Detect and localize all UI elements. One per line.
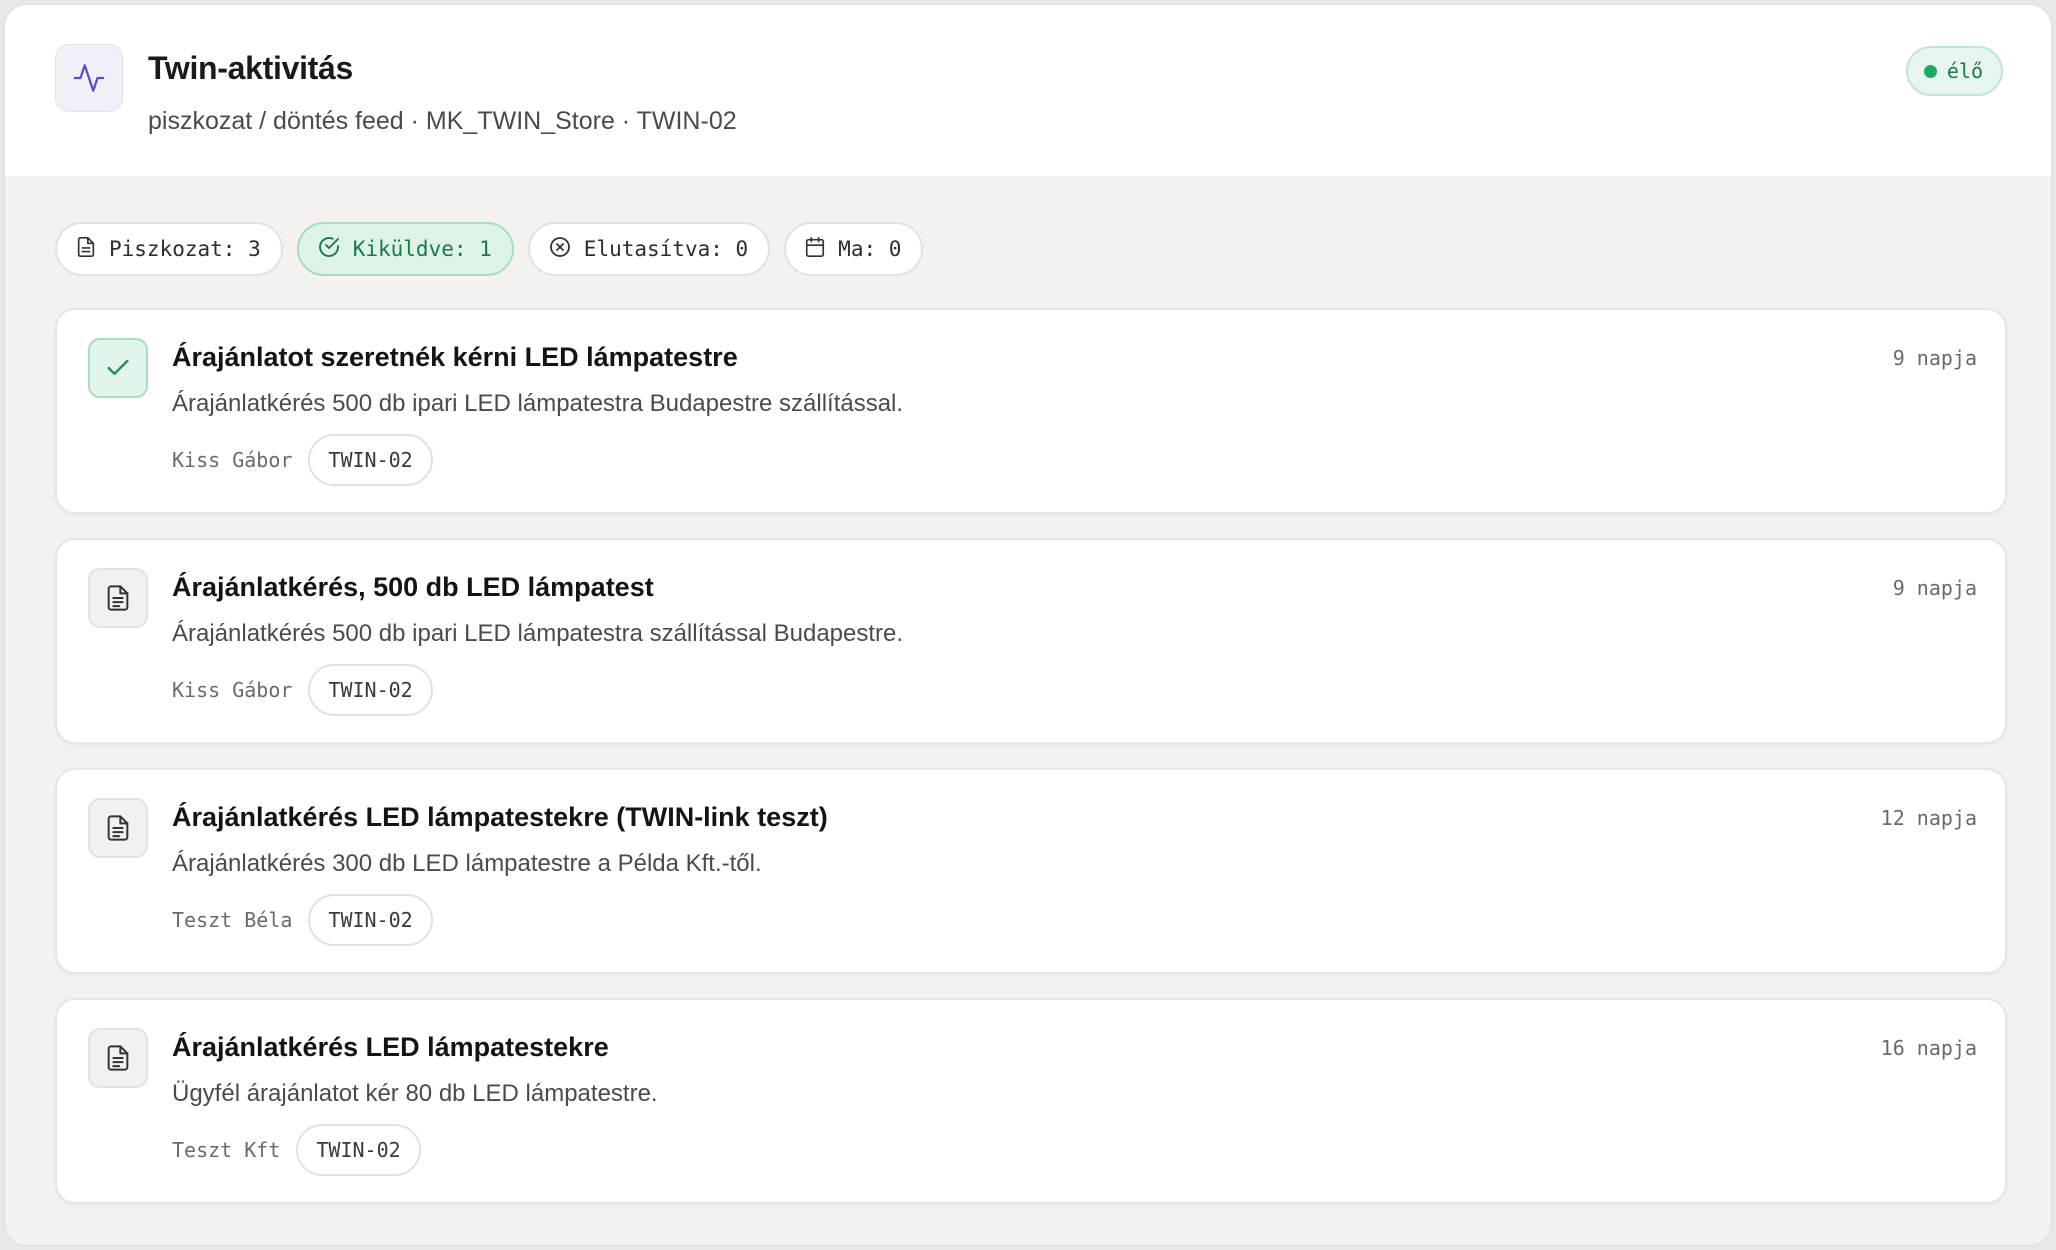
- card-description: Ügyfél árajánlatot kér 80 db LED lámpate…: [172, 1080, 658, 1107]
- filter-chip-rejected[interactable]: Elutasítva: 0: [527, 222, 771, 276]
- twin-tag[interactable]: TWIN-02: [308, 664, 433, 716]
- card-title: Árajánlatkérés, 500 db LED lámpatest: [172, 572, 654, 602]
- card-description: Árajánlatkérés 300 db LED lámpatestre a …: [172, 850, 762, 877]
- live-dot-icon: [1923, 64, 1937, 78]
- check-icon: [88, 338, 148, 398]
- page-subtitle: piszkozat / döntés feed · MK_TWIN_Store …: [148, 107, 737, 135]
- filter-chip-drafts[interactable]: Piszkozat: 3: [55, 222, 283, 276]
- card-meta: Teszt Kft TWIN-02: [172, 1124, 421, 1176]
- document-icon: [88, 1028, 148, 1088]
- activity-card[interactable]: Árajánlatkérés LED lámpatestekre Ügyfél …: [55, 998, 2007, 1204]
- activity-card[interactable]: Árajánlatot szeretnék kérni LED lámpates…: [55, 308, 2007, 514]
- activity-card[interactable]: Árajánlatkérés, 500 db LED lámpatest Ára…: [55, 538, 2007, 744]
- filter-chip-label: Ma: 0: [838, 237, 902, 261]
- filter-bar: Piszkozat: 3 Kiküldve: 1 Elutasítva: 0 M…: [55, 222, 924, 276]
- twin-activity-panel: Twin-aktivitás piszkozat / döntés feed ·…: [3, 3, 2053, 1247]
- card-meta: Kiss Gábor TWIN-02: [172, 434, 433, 486]
- card-author: Kiss Gábor: [172, 448, 293, 472]
- calendar-icon: [804, 236, 826, 263]
- activity-feed: Árajánlatot szeretnék kérni LED lámpates…: [55, 308, 2007, 1228]
- card-timestamp: 16 napja: [1880, 1036, 1977, 1060]
- live-status-label: élő: [1946, 59, 1983, 83]
- card-author: Teszt Kft: [172, 1138, 281, 1162]
- card-author: Teszt Béla: [172, 908, 293, 932]
- live-status-badge: élő: [1905, 46, 2003, 96]
- card-description: Árajánlatkérés 500 db ipari LED lámpates…: [172, 390, 904, 417]
- card-meta: Kiss Gábor TWIN-02: [172, 664, 433, 716]
- card-timestamp: 12 napja: [1880, 806, 1977, 830]
- document-icon: [75, 236, 97, 263]
- card-title: Árajánlatkérés LED lámpatestekre (TWIN-l…: [172, 802, 828, 832]
- x-circle-icon: [548, 235, 572, 264]
- document-icon: [88, 568, 148, 628]
- document-icon: [88, 798, 148, 858]
- filter-chip-label: Elutasítva: 0: [583, 237, 749, 261]
- card-meta: Teszt Béla TWIN-02: [172, 894, 433, 946]
- card-title: Árajánlatkérés LED lámpatestekre: [172, 1032, 609, 1062]
- twin-tag[interactable]: TWIN-02: [308, 434, 433, 486]
- card-title: Árajánlatot szeretnék kérni LED lámpates…: [172, 342, 738, 372]
- twin-tag[interactable]: TWIN-02: [308, 894, 433, 946]
- filter-chip-label: Piszkozat: 3: [109, 237, 261, 261]
- filter-chip-label: Kiküldve: 1: [352, 237, 492, 261]
- page-title: Twin-aktivitás: [148, 50, 354, 86]
- activity-icon: [55, 44, 123, 112]
- check-circle-icon: [317, 235, 341, 264]
- card-timestamp: 9 napja: [1892, 346, 1977, 370]
- card-description: Árajánlatkérés 500 db ipari LED lámpates…: [172, 620, 904, 647]
- filter-chip-today[interactable]: Ma: 0: [784, 222, 924, 276]
- activity-card[interactable]: Árajánlatkérés LED lámpatestekre (TWIN-l…: [55, 768, 2007, 974]
- card-timestamp: 9 napja: [1892, 576, 1977, 600]
- panel-header: Twin-aktivitás piszkozat / döntés feed ·…: [5, 5, 2051, 176]
- card-author: Kiss Gábor: [172, 678, 293, 702]
- twin-tag[interactable]: TWIN-02: [296, 1124, 421, 1176]
- filter-chip-sent[interactable]: Kiküldve: 1: [296, 222, 514, 276]
